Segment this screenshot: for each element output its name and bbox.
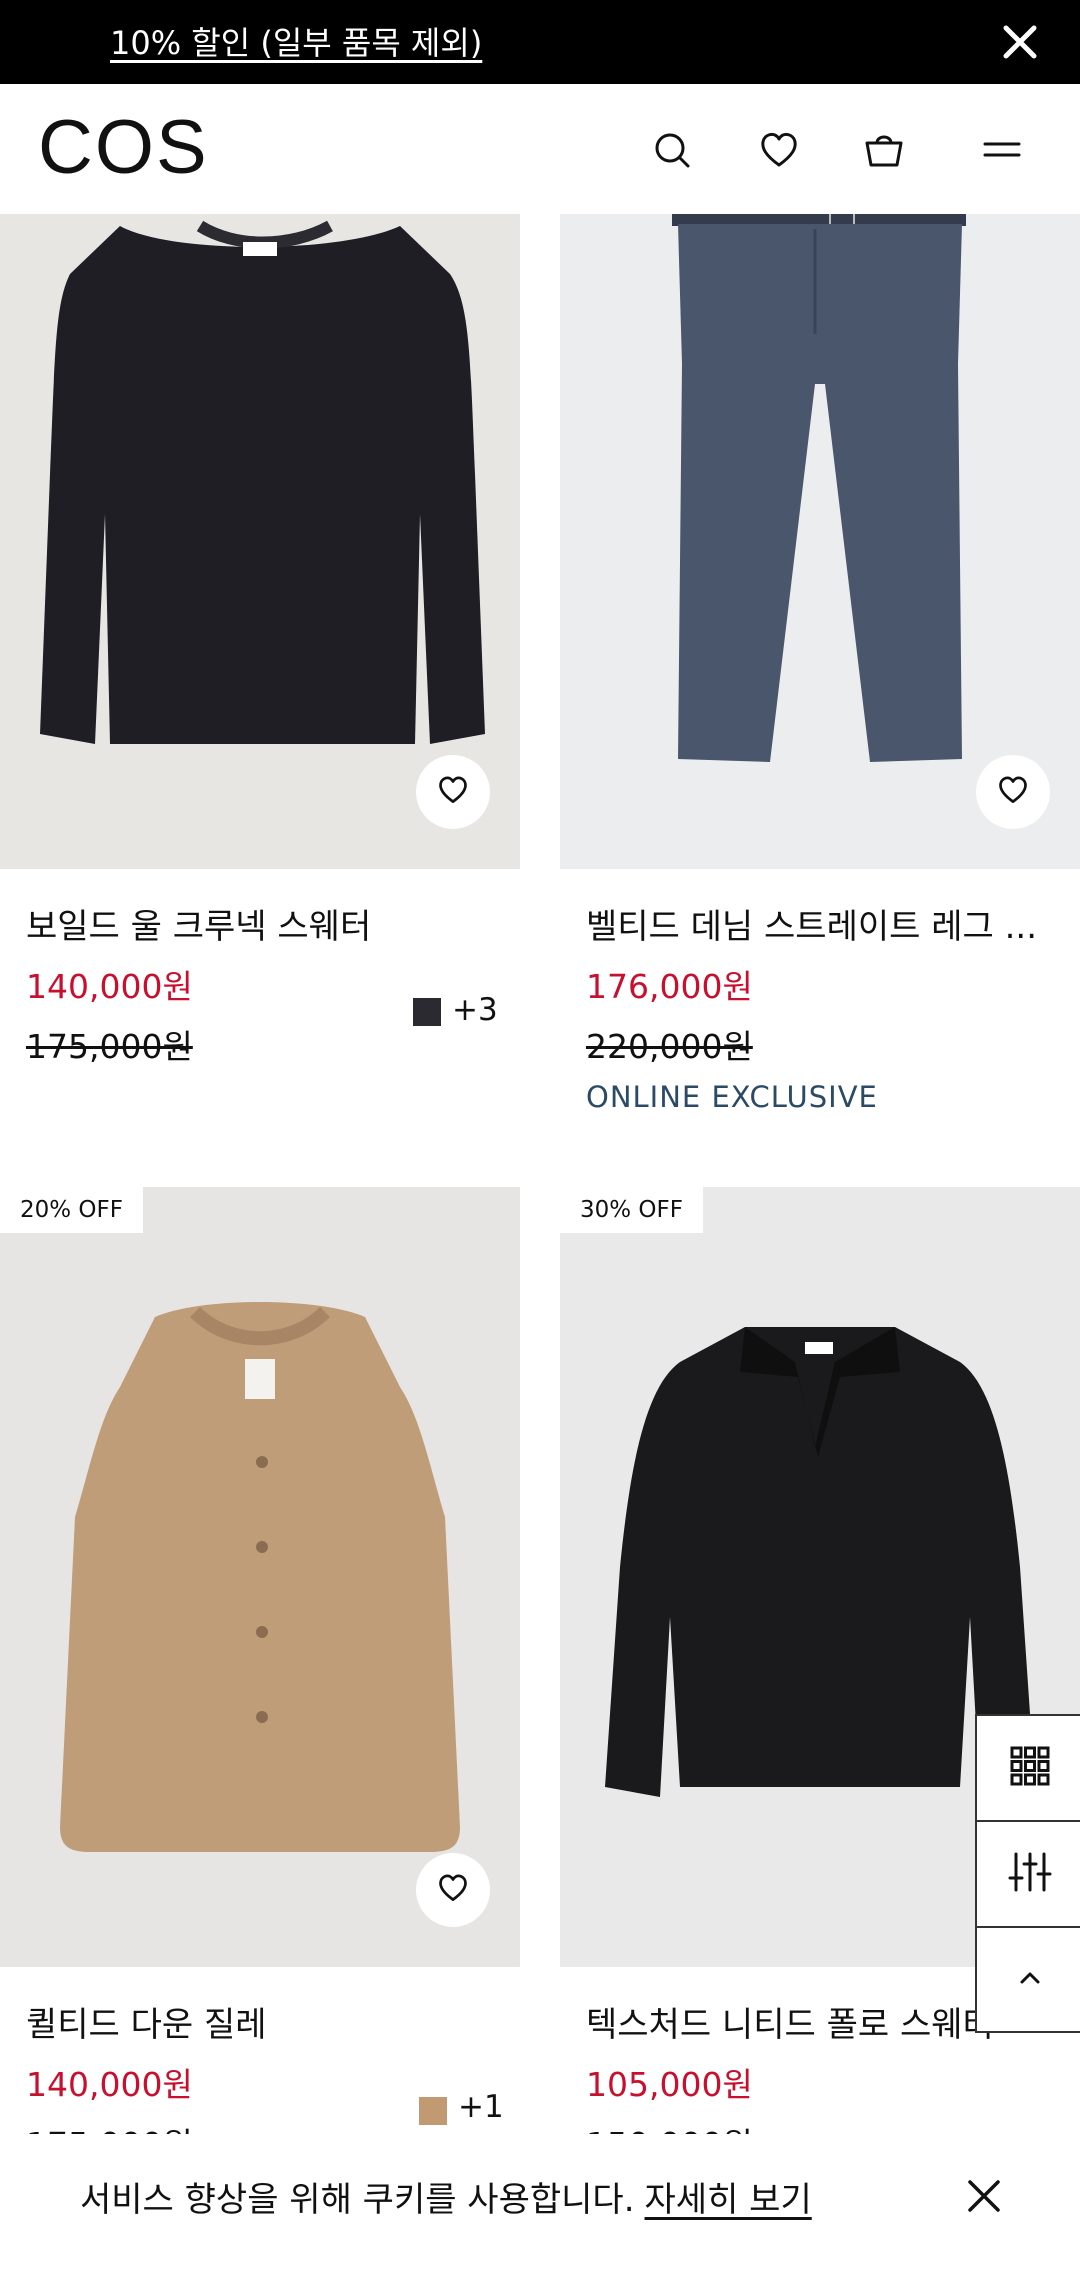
wishlist-button[interactable] [416,1853,490,1927]
color-swatch[interactable] [419,2097,447,2125]
product-price: 140,000원 [26,2065,193,2104]
cookie-learn-more-link[interactable]: 자세히 보기 [645,2180,812,2220]
bag-icon[interactable] [862,128,906,172]
product-name[interactable]: 텍스처드 니티드 폴로 스웨터 [586,1997,994,2046]
product-image[interactable] [0,214,520,869]
product-name[interactable]: 보일드 울 크루넥 스웨터 [26,899,371,948]
product-name[interactable]: 퀼티드 다운 질레 [26,1997,267,2046]
heart-icon [436,1871,470,1909]
wishlist-button[interactable] [976,755,1050,829]
product-card[interactable]: 30% OFF 텍스처드 니티드 폴로 스웨터 105,000원 150,000… [560,1187,1080,2187]
product-price: 105,000원 [586,2065,753,2104]
menu-icon[interactable] [982,128,1022,172]
chevron-up-icon [1015,1963,1045,1997]
heart-icon [996,773,1030,811]
product-old-price: 175,000원 [26,1027,193,1066]
online-exclusive-tag: ONLINE EXCLUSIVE [586,1080,878,1114]
color-swatch[interactable] [413,998,441,1026]
close-icon[interactable] [962,2174,1006,2218]
more-colors-count: +3 [452,992,498,1028]
product-image[interactable] [560,214,1080,869]
product-image[interactable]: 20% OFF [0,1187,520,1967]
cos-logo[interactable]: COS [38,110,209,186]
grid-view-icon [1010,1746,1050,1790]
product-card[interactable]: 20% OFF 퀼티드 다운 질레 140,000원 175,000원 +1 [0,1187,520,2187]
discount-badge: 30% OFF [560,1187,703,1233]
search-icon[interactable] [650,128,694,172]
grid-view-button[interactable] [977,1716,1080,1822]
discount-badge: 20% OFF [0,1187,143,1233]
heart-icon [436,773,470,811]
heart-icon[interactable] [757,128,801,172]
promo-link[interactable]: 10% 할인 (일부 품목 제외) [110,18,482,64]
product-price: 176,000원 [586,967,753,1006]
wishlist-button[interactable] [416,755,490,829]
cookie-message-text: 서비스 향상을 위해 쿠키를 사용합니다. [80,2180,635,2220]
scroll-to-top-button[interactable] [977,1928,1080,2032]
product-card[interactable]: 보일드 울 크루넥 스웨터 140,000원 175,000원 +3 [0,214,520,1114]
product-name[interactable]: 벨티드 데님 스트레이트 레그 ... [586,899,1037,948]
product-old-price: 220,000원 [586,1027,753,1066]
filter-icon [1008,1850,1052,1898]
view-tools-panel [975,1714,1080,2033]
promo-banner: 10% 할인 (일부 품목 제외) [0,0,1080,84]
site-header: COS [0,84,1080,214]
product-card[interactable]: 벨티드 데님 스트레이트 레그 ... 176,000원 220,000원 ON… [560,214,1080,1114]
cookie-message: 서비스 향상을 위해 쿠키를 사용합니다. 자세히 보기 [80,2172,812,2221]
product-price: 140,000원 [26,967,193,1006]
close-icon[interactable] [996,18,1044,66]
more-colors-count: +1 [458,2089,504,2125]
cookie-banner: 서비스 향상을 위해 쿠키를 사용합니다. 자세히 보기 [0,2134,1080,2284]
filter-button[interactable] [977,1822,1080,1928]
